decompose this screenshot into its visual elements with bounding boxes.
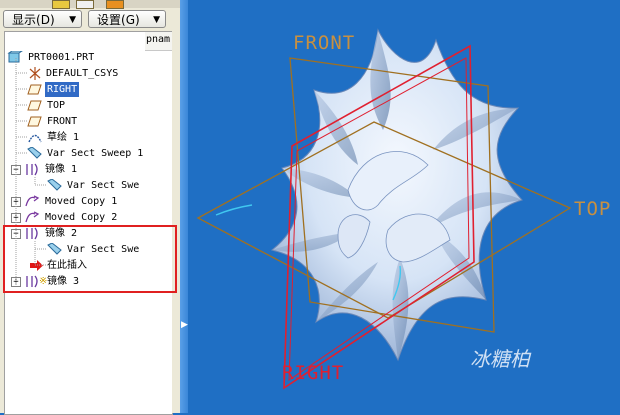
graphics-viewport[interactable]: FRONT TOP RIGHT	[188, 0, 620, 413]
chevron-down-icon: ▼	[69, 15, 76, 25]
tree-item-part[interactable]: PRT0001.PRT	[7, 50, 142, 65]
show-menu-label: 显示	[12, 13, 37, 27]
model-render	[196, 28, 572, 390]
tree-item-moved-copy-2[interactable]: + Moved Copy 2	[11, 210, 146, 225]
tree-item-label: FRONT	[47, 116, 78, 127]
tree-item-datum-top[interactable]: TOP	[27, 98, 142, 113]
tree-item-label: 镜像 1	[45, 164, 78, 175]
tree-item-label: PRT0001.PRT	[28, 52, 95, 63]
watermark: 冰糖柏	[470, 347, 530, 371]
sweep-icon	[27, 147, 42, 159]
tree-item-csys[interactable]: DEFAULT_CSYS	[27, 66, 142, 81]
tree-toolbar: 显示(D) ▼ 设置(G) ▼	[0, 8, 180, 32]
csys-icon	[29, 67, 41, 80]
tree-item-label: Moved Copy 2	[45, 212, 118, 223]
moved-copy-icon	[25, 195, 40, 207]
swept-star-surface	[215, 28, 523, 362]
sweep-icon	[47, 179, 62, 191]
tree-item-sketch[interactable]: 草绘 1	[27, 130, 142, 145]
sketch-icon	[28, 134, 42, 143]
tree-item-var-sect-sweep-child[interactable]: Var Sect Swe	[47, 178, 146, 193]
settings-menu-label: 设置	[97, 13, 122, 27]
show-menu-accel: (D)	[36, 13, 55, 27]
chevron-right-icon[interactable]: ▶	[181, 318, 188, 332]
datum-label-front[interactable]: FRONT	[293, 32, 355, 54]
collapse-toggle[interactable]: −	[11, 165, 21, 175]
tree-column-panel: pnam	[145, 31, 173, 415]
datum-plane-icon	[27, 100, 42, 111]
tree-item-mirror-1[interactable]: − 镜像 1	[11, 162, 146, 177]
datum-plane-icon	[27, 84, 42, 95]
expand-toggle[interactable]: +	[11, 197, 21, 207]
model-tree: PRT0001.PRT DEFAULT_CSYS RIGHT TOP FRONT…	[4, 31, 147, 415]
tree-item-label: Var Sect Sweep 1	[47, 148, 144, 159]
settings-menu-accel: (G)	[121, 13, 140, 27]
tree-item-label: RIGHT	[45, 82, 80, 97]
datum-label-top[interactable]: TOP	[574, 198, 611, 220]
tree-scrollbar[interactable]	[172, 31, 180, 413]
chevron-down-icon: ▼	[153, 15, 160, 25]
model-tree-panel: 显示(D) ▼ 设置(G) ▼ PRT0001.PRT DEFAULT_CSYS…	[0, 0, 180, 415]
tree-item-label: Var Sect Swe	[67, 180, 140, 191]
tree-column-header[interactable]: pnam	[145, 32, 172, 51]
datum-plane-icon	[27, 116, 42, 127]
moved-copy-icon	[25, 211, 40, 223]
tree-item-label: TOP	[47, 100, 66, 111]
expand-toggle[interactable]: +	[11, 213, 21, 223]
show-menu-button[interactable]: 显示(D) ▼	[3, 10, 82, 28]
tree-item-datum-right[interactable]: RIGHT	[27, 82, 142, 97]
navigator-tab-strip	[0, 0, 180, 9]
tree-item-label: 草绘 1	[47, 132, 80, 143]
tree-item-var-sect-sweep-1[interactable]: Var Sect Sweep 1	[27, 146, 146, 161]
tree-item-moved-copy-1[interactable]: + Moved Copy 1	[11, 194, 146, 209]
datum-label-right[interactable]: RIGHT	[282, 362, 344, 384]
tree-item-label: DEFAULT_CSYS	[46, 68, 119, 79]
mirror-icon	[26, 163, 38, 176]
tree-item-datum-front[interactable]: FRONT	[27, 114, 142, 129]
settings-menu-button[interactable]: 设置(G) ▼	[88, 10, 166, 28]
highlight-annotation-box	[3, 225, 177, 293]
tree-item-label: Moved Copy 1	[45, 196, 118, 207]
panel-sash[interactable]	[180, 0, 188, 413]
part-icon	[7, 51, 23, 63]
